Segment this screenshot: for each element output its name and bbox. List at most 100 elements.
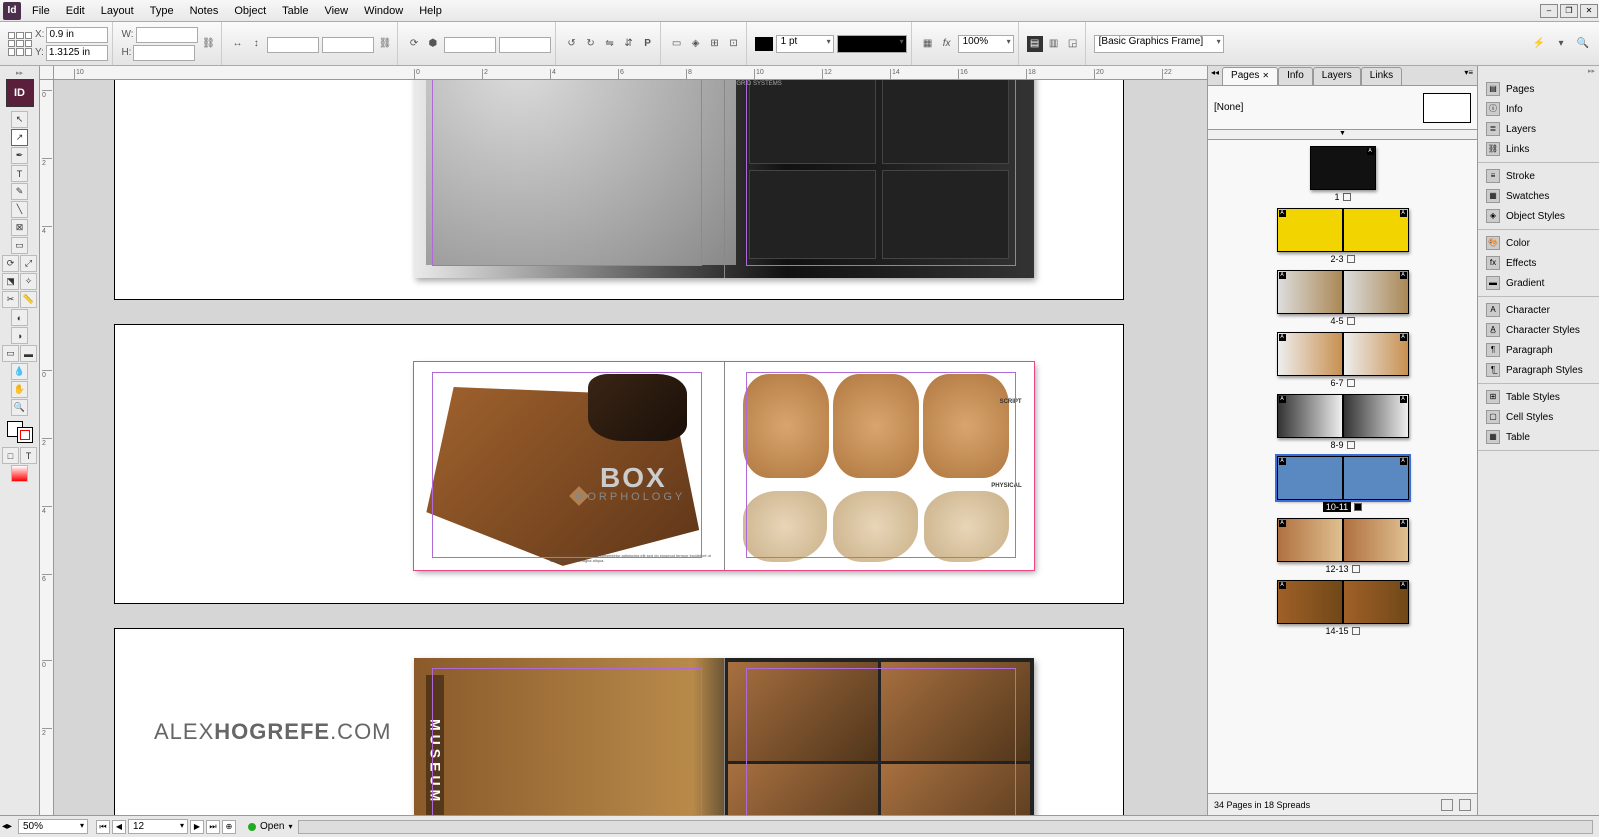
tab-info[interactable]: Info (1278, 67, 1313, 85)
page-number-field[interactable]: 12 (128, 819, 188, 834)
select-container-icon[interactable]: ▭ (669, 36, 685, 52)
dock-paragraph[interactable]: ¶Paragraph (1478, 340, 1599, 360)
panel-collapse[interactable]: ◂◂ (1208, 66, 1222, 85)
dock-effects[interactable]: fxEffects (1478, 253, 1599, 273)
canvas[interactable]: 10 0 2 4 6 8 10 12 14 16 18 20 22 24 26 … (40, 66, 1207, 815)
dock-gradient[interactable]: ▬Gradient (1478, 273, 1599, 293)
last-page-button[interactable]: ⏭ (206, 820, 220, 834)
shear-icon[interactable]: ⬢ (425, 36, 441, 52)
rotate-input[interactable] (444, 37, 496, 53)
horizontal-ruler[interactable]: 10 0 2 4 6 8 10 12 14 16 18 20 22 24 26 … (54, 66, 1207, 80)
apply-color[interactable]: □ (2, 447, 19, 464)
dock-cell-styles[interactable]: ▢Cell Styles (1478, 407, 1599, 427)
search-icon[interactable]: 🔍 (1575, 36, 1591, 52)
spread-8-9[interactable]: PUZZLE SOLVER GRID SYSTEMS (414, 80, 1034, 278)
effects-icon[interactable]: ▦ (920, 36, 936, 52)
type-tool[interactable]: T (11, 165, 28, 182)
h-input[interactable] (133, 45, 195, 61)
dock-table-styles[interactable]: ⊞Table Styles (1478, 387, 1599, 407)
direct-selection-tool[interactable]: ↗ (11, 129, 28, 146)
page-thumb-12-13[interactable]: AA12-13 (1208, 518, 1477, 574)
w-input[interactable] (136, 27, 198, 43)
pen-tool[interactable]: ✒ (11, 147, 28, 164)
gradient-tool[interactable]: ◐ (11, 309, 28, 326)
dock-character-styles[interactable]: A̲Character Styles (1478, 320, 1599, 340)
line-tool[interactable]: ╲ (11, 201, 28, 218)
fx-icon[interactable]: fx (939, 36, 955, 52)
panel-menu-icon[interactable]: ▾≡ (1460, 66, 1477, 85)
tab-pages[interactable]: Pages✕ (1222, 67, 1278, 85)
link-wh-icon[interactable]: ⛓ (201, 36, 217, 52)
scissors-tool[interactable]: ✂ (2, 291, 19, 308)
text-wrap-around-icon[interactable]: ▥ (1046, 36, 1062, 52)
scale-x-input[interactable] (267, 37, 319, 53)
delete-page-icon[interactable] (1459, 799, 1471, 811)
p-icon[interactable]: P (640, 36, 656, 52)
y-input[interactable] (46, 45, 108, 61)
scale-x-icon[interactable]: ↔ (230, 36, 246, 52)
hand-tool[interactable]: ✋ (11, 381, 28, 398)
opacity-dropdown[interactable]: 100% (958, 35, 1014, 53)
bridge-icon[interactable]: ▾ (1553, 36, 1569, 52)
eyedropper-tool[interactable]: 💧 (11, 363, 28, 380)
menu-window[interactable]: Window (356, 5, 411, 17)
measure-tool[interactable]: 📏 (20, 291, 37, 308)
menu-file[interactable]: File (24, 5, 58, 17)
tab-layers[interactable]: Layers (1313, 67, 1361, 85)
preflight-status[interactable]: Open ▾ (248, 821, 292, 832)
new-page-icon[interactable] (1441, 799, 1453, 811)
flip-h-icon[interactable]: ⇋ (602, 36, 618, 52)
dock-paragraph-styles[interactable]: ¶̲Paragraph Styles (1478, 360, 1599, 380)
page-thumb-14-15[interactable]: AA14-15 (1208, 580, 1477, 636)
master-none[interactable]: [None] (1214, 102, 1243, 113)
fill-frame-icon[interactable]: ⊡ (726, 36, 742, 52)
horizontal-scrollbar[interactable] (298, 820, 1593, 834)
minimize-button[interactable]: – (1540, 4, 1558, 18)
select-content-icon[interactable]: ◈ (688, 36, 704, 52)
page-thumb-10-11[interactable]: AA10-11 (1208, 456, 1477, 512)
fit-content-icon[interactable]: ⊞ (707, 36, 723, 52)
menu-table[interactable]: Table (274, 5, 316, 17)
ruler-origin[interactable] (40, 66, 54, 80)
fill-stroke-swatch[interactable] (7, 421, 33, 443)
apply-none[interactable] (11, 465, 28, 482)
maximize-button[interactable]: ❐ (1560, 4, 1578, 18)
selection-tool[interactable]: ↖ (11, 111, 28, 128)
apply-gradient[interactable]: T (20, 447, 37, 464)
menu-layout[interactable]: Layout (93, 5, 142, 17)
menu-edit[interactable]: Edit (58, 5, 93, 17)
menu-notes[interactable]: Notes (182, 5, 227, 17)
zoom-tool[interactable]: 🔍 (11, 399, 28, 416)
scale-y-icon[interactable]: ↕ (248, 36, 264, 52)
page-thumb-2-3[interactable]: AA2-3 (1208, 208, 1477, 264)
zoom-dropdown[interactable]: 50% (18, 819, 88, 834)
scale-y-input[interactable] (322, 37, 374, 53)
scale-tool[interactable]: ⤢ (20, 255, 37, 272)
first-page-button[interactable]: ⏮ (96, 820, 110, 834)
dock-swatches[interactable]: ▦Swatches (1478, 186, 1599, 206)
masters-area[interactable]: [None] (1208, 86, 1477, 130)
corners-icon[interactable]: ◲ (1065, 36, 1081, 52)
shear-input[interactable] (499, 37, 551, 53)
dock-collapse[interactable]: ▸▸ (1478, 66, 1599, 76)
rotate-cw-icon[interactable]: ↻ (583, 36, 599, 52)
spread-12-13[interactable]: MUSEUM (414, 658, 1034, 815)
dock-color[interactable]: 🎨Color (1478, 233, 1599, 253)
button-tool[interactable]: ▬ (20, 345, 37, 362)
menu-object[interactable]: Object (226, 5, 274, 17)
rotate-ccw-icon[interactable]: ↺ (564, 36, 580, 52)
page-thumb-6-7[interactable]: AA6-7 (1208, 332, 1477, 388)
menu-help[interactable]: Help (411, 5, 450, 17)
close-button[interactable]: ✕ (1580, 4, 1598, 18)
pencil-tool[interactable]: ✎ (11, 183, 28, 200)
vertical-ruler[interactable]: 0 2 4 0 2 4 6 0 2 (40, 80, 54, 815)
rect-tool[interactable]: ▭ (11, 237, 28, 254)
free-transform-tool[interactable]: ✧ (20, 273, 37, 290)
quick-apply-icon[interactable]: ⚡ (1531, 36, 1547, 52)
dock-stroke[interactable]: ≡Stroke (1478, 166, 1599, 186)
tab-links[interactable]: Links (1361, 67, 1402, 85)
gradient-feather-tool[interactable]: ◑ (11, 327, 28, 344)
masters-divider[interactable]: ▼ (1208, 130, 1477, 140)
status-left-icon[interactable]: ◂▸ (0, 821, 14, 832)
text-wrap-none-icon[interactable]: ▤ (1027, 36, 1043, 52)
